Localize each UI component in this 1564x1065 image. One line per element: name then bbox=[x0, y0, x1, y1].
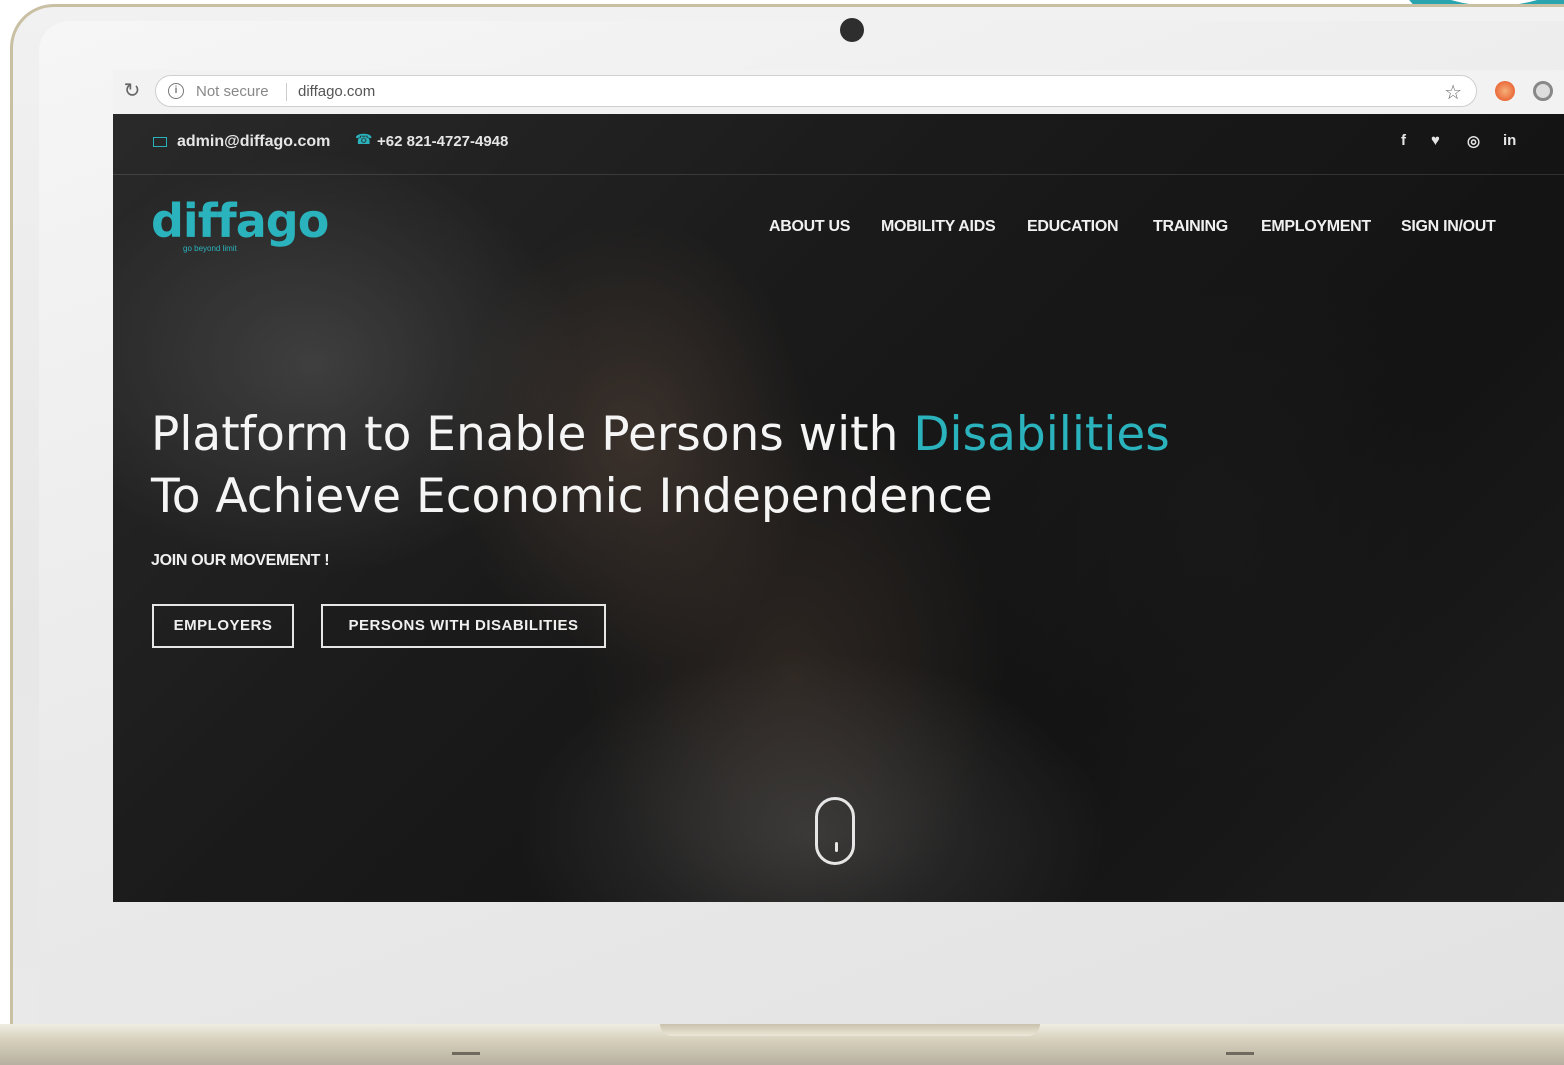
extension-icon[interactable] bbox=[1495, 81, 1515, 101]
nav-employment[interactable]: EMPLOYMENT bbox=[1261, 218, 1371, 236]
laptop-foot bbox=[452, 1052, 480, 1055]
headline-part1: Platform to Enable Persons with bbox=[151, 407, 914, 462]
laptop-screen: ↻ i Not secure diffago.com ☆ admin@diffa… bbox=[113, 70, 1564, 902]
hero-subline: JOIN OUR MOVEMENT ! bbox=[151, 552, 330, 569]
logo-tagline: go beyond limit bbox=[183, 244, 237, 253]
contact-phone[interactable]: +62 821-4727-4948 bbox=[377, 133, 508, 150]
linkedin-icon[interactable]: in bbox=[1503, 132, 1516, 149]
security-label: Not secure bbox=[196, 83, 269, 100]
star-icon[interactable]: ☆ bbox=[1444, 80, 1462, 105]
info-icon[interactable]: i bbox=[168, 83, 184, 99]
address-divider bbox=[286, 83, 287, 101]
persons-with-disabilities-button[interactable]: PERSONS WITH DISABILITIES bbox=[321, 604, 606, 648]
laptop-foot bbox=[1226, 1052, 1254, 1055]
mail-icon bbox=[153, 137, 167, 147]
instagram-icon[interactable]: ◎ bbox=[1467, 132, 1480, 150]
url-text[interactable]: diffago.com bbox=[298, 83, 375, 100]
headline-line2: To Achieve Economic Independence bbox=[151, 469, 993, 524]
webcam-icon bbox=[840, 18, 864, 42]
nav-education[interactable]: EDUCATION bbox=[1027, 218, 1119, 236]
scroll-wheel bbox=[835, 842, 838, 852]
reload-icon[interactable]: ↻ bbox=[121, 80, 143, 102]
employers-button[interactable]: EMPLOYERS bbox=[152, 604, 294, 648]
scroll-mouse-icon[interactable] bbox=[815, 797, 855, 865]
nav-sign-in-out[interactable]: SIGN IN/OUT bbox=[1401, 218, 1496, 236]
facebook-icon[interactable]: f bbox=[1401, 132, 1406, 149]
contact-email[interactable]: admin@diffago.com bbox=[177, 133, 330, 151]
browser-toolbar: ↻ i Not secure diffago.com ☆ bbox=[113, 70, 1564, 115]
hero-section: admin@diffago.com ☎ +62 821-4727-4948 f … bbox=[113, 114, 1564, 902]
twitter-icon[interactable]: ♥ bbox=[1431, 132, 1440, 149]
headline-accent: Disabilities bbox=[913, 407, 1170, 462]
nav-about-us[interactable]: ABOUT US bbox=[769, 218, 850, 236]
address-bar[interactable]: i Not secure diffago.com ☆ bbox=[155, 75, 1477, 107]
hero-headline: Platform to Enable Persons with Disabili… bbox=[151, 404, 1351, 528]
nav-mobility-aids[interactable]: MOBILITY AIDS bbox=[881, 218, 996, 236]
nav-training[interactable]: TRAINING bbox=[1153, 218, 1228, 236]
settings-extension-icon[interactable] bbox=[1533, 81, 1553, 101]
site-logo[interactable]: diffago bbox=[151, 194, 329, 248]
laptop-base-notch bbox=[660, 1024, 1040, 1036]
contact-topbar: admin@diffago.com ☎ +62 821-4727-4948 f … bbox=[113, 114, 1564, 175]
phone-icon: ☎ bbox=[355, 131, 373, 147]
